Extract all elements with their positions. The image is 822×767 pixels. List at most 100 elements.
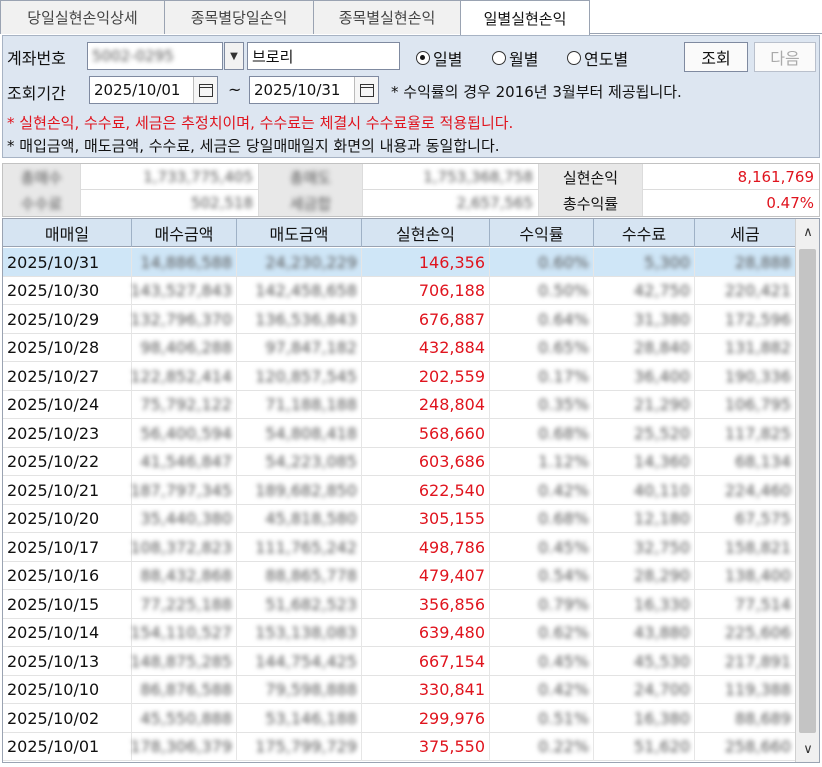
table-row[interactable]: 2025/10/24 75,792,122 71,188,188 248,804 0.3…: [3, 390, 796, 419]
tab-daily-realized-detail[interactable]: 당일실현손익상세: [0, 0, 165, 34]
cell-buy-amount: 86,876,588: [132, 675, 237, 704]
cell-trade-date: 2025/10/01: [3, 732, 132, 761]
table-row[interactable]: 2025/10/14 154,110,527 153,138,083 639,480 0…: [3, 618, 796, 647]
cell-buy-amount: 122,852,414: [130, 362, 237, 390]
date-to-input[interactable]: 2025/10/31: [249, 76, 379, 104]
cell-realized-pnl: 248,804: [362, 390, 490, 419]
table-row[interactable]: 2025/10/23 56,400,594 54,808,418 568,660 0.6…: [3, 419, 796, 448]
cell-yield: 0.68%: [490, 504, 594, 533]
table-row[interactable]: 2025/10/13 148,875,285 144,754,425 667,154 0…: [3, 647, 796, 676]
cell-yield: 0.62%: [490, 618, 594, 647]
cell-fee: 28,290: [594, 561, 695, 590]
cell-buy-amount: 75,792,122: [132, 390, 237, 419]
radio-daily-dot: [416, 51, 430, 65]
tab-daily-realized-pnl[interactable]: 일별실현손익: [460, 0, 590, 35]
cell-sell-amount: 97,847,182: [237, 333, 362, 362]
cell-buy-amount: 108,372,823: [130, 533, 237, 561]
cell-buy-amount: 88,432,868: [132, 561, 237, 590]
cell-fee: 16,330: [594, 590, 695, 618]
table-row[interactable]: 2025/10/22 41,546,847 54,223,085 603,686 1.1…: [3, 447, 796, 476]
cell-yield: 0.64%: [490, 305, 594, 333]
date-from-input[interactable]: 2025/10/01: [89, 76, 218, 104]
column-header-realized-pnl[interactable]: 실현손익: [362, 219, 490, 247]
radio-daily-label: 일별: [433, 50, 463, 69]
cell-sell-amount: 54,808,418: [237, 419, 362, 447]
table-scrollbar[interactable]: ∧ ∨: [795, 219, 819, 762]
cell-realized-pnl: 706,188: [362, 276, 490, 305]
radio-daily[interactable]: 일별: [416, 46, 462, 70]
yield-info-note: * 수익률의 경우 2016년 3월부터 제공됩니다.: [391, 83, 682, 101]
cell-sell-amount: 79,598,888: [237, 675, 362, 704]
date-to-value: 2025/10/31: [254, 81, 341, 99]
next-button[interactable]: 다음: [754, 42, 816, 72]
table-row[interactable]: 2025/10/28 98,406,288 97,847,182 432,884 0.6…: [3, 333, 796, 362]
cell-sell-amount: 54,223,085: [237, 447, 362, 476]
summary-value-fee: 502,518: [81, 190, 259, 216]
cell-yield: 0.54%: [490, 561, 594, 590]
column-header-trade-date[interactable]: 매매일: [3, 219, 132, 247]
radio-yearly[interactable]: 연도별: [567, 46, 628, 70]
cell-trade-date: 2025/10/29: [3, 305, 132, 333]
table-row[interactable]: 2025/10/27 122,852,414 120,857,545 202,559 0…: [3, 362, 796, 391]
cell-tax: 225,606: [695, 618, 796, 647]
amount-info-note: * 매입금액, 매도금액, 수수료, 세금은 당일매매일지 화면의 내용과 동일…: [7, 137, 500, 155]
cell-sell-amount: 175,799,729: [237, 732, 362, 761]
cell-fee: 12,180: [594, 504, 695, 533]
cell-trade-date: 2025/10/30: [3, 276, 132, 305]
period-label: 조회기간: [7, 84, 66, 103]
table-row[interactable]: 2025/10/21 187,797,345 189,682,850 622,540 0…: [3, 476, 796, 505]
cell-sell-amount: 111,765,242: [237, 533, 362, 561]
cell-sell-amount: 189,682,850: [237, 476, 362, 504]
account-number-input[interactable]: 5002-0295: [87, 42, 223, 70]
table-row[interactable]: 2025/10/30 143,527,843 142,458,658 706,188 0…: [3, 276, 796, 305]
column-header-sell-amount[interactable]: 매도금액: [237, 219, 362, 247]
tab-bar: 당일실현손익상세 종목별당일손익 종목별실현손익 일별실현손익: [0, 0, 822, 35]
search-button[interactable]: 조회: [684, 42, 748, 72]
account-number-value: 5002-0295: [92, 47, 174, 65]
radio-monthly[interactable]: 월별: [492, 46, 538, 70]
cell-sell-amount: 136,536,843: [237, 305, 362, 333]
cell-yield: 1.12%: [490, 447, 594, 476]
cell-realized-pnl: 639,480: [362, 618, 490, 647]
column-header-fee[interactable]: 수수료: [594, 219, 695, 247]
cell-trade-date: 2025/10/10: [3, 675, 132, 704]
column-header-tax[interactable]: 세금: [695, 219, 796, 247]
cell-tax: 131,882: [695, 333, 796, 362]
table-row[interactable]: 2025/10/29 132,796,370 136,536,843 676,887 0…: [3, 305, 796, 334]
cell-fee: 28,840: [594, 333, 695, 362]
date-from-calendar-button[interactable]: [193, 77, 217, 103]
table-row[interactable]: 2025/10/15 77,225,188 51,682,523 356,856 0.7…: [3, 590, 796, 619]
cell-buy-amount: 143,527,843: [130, 276, 237, 305]
table-row[interactable]: 2025/10/02 45,550,888 53,146,188 299,976 0.5…: [3, 704, 796, 733]
table-row[interactable]: 2025/10/20 35,440,380 45,818,580 305,155 0.6…: [3, 504, 796, 533]
cell-tax: 106,795: [695, 390, 796, 419]
cell-tax: 158,821: [695, 533, 796, 561]
table-row[interactable]: 2025/10/10 86,876,588 79,598,888 330,841 0.4…: [3, 675, 796, 704]
scroll-up-icon[interactable]: ∧: [796, 219, 819, 245]
daily-pnl-table: 매매일 매수금액 매도금액 실현손익 수익률 수수료 세금 2025/10/31…: [2, 218, 820, 763]
table-row[interactable]: 2025/10/16 88,432,868 88,865,778 479,407 0.5…: [3, 561, 796, 590]
table-row[interactable]: 2025/10/01 178,306,379 175,799,729 375,550 0…: [3, 732, 796, 761]
chevron-down-icon: ▼: [230, 50, 238, 62]
summary-label-tax: 세금합: [259, 190, 363, 216]
cell-fee: 21,290: [594, 390, 695, 419]
tab-stock-realized-pnl[interactable]: 종목별실현손익: [313, 0, 461, 34]
column-header-yield[interactable]: 수익률: [490, 219, 594, 247]
summary-label-fee: 수수료: [3, 190, 81, 216]
date-to-calendar-button[interactable]: [354, 77, 378, 103]
summary-label-total-buy: 총매수: [3, 164, 81, 190]
cell-tax: 117,825: [695, 419, 796, 447]
cell-tax: 77,514: [695, 590, 796, 618]
scrollbar-thumb[interactable]: [799, 249, 816, 733]
cell-sell-amount: 24,230,229: [237, 248, 362, 276]
account-dropdown-button[interactable]: ▼: [224, 42, 244, 70]
cell-yield: 0.50%: [490, 276, 594, 305]
tab-stock-daily-pnl[interactable]: 종목별당일손익: [164, 0, 314, 34]
cell-tax: 224,460: [695, 476, 796, 504]
column-header-buy-amount[interactable]: 매수금액: [132, 219, 237, 247]
scroll-down-icon[interactable]: ∨: [796, 736, 819, 762]
cell-sell-amount: 120,857,545: [237, 362, 362, 390]
table-row[interactable]: 2025/10/31 14,886,588 24,230,229 146,356 0.6…: [3, 248, 796, 277]
cell-buy-amount: 56,400,594: [132, 419, 237, 447]
table-row[interactable]: 2025/10/17 108,372,823 111,765,242 498,786 0…: [3, 533, 796, 562]
